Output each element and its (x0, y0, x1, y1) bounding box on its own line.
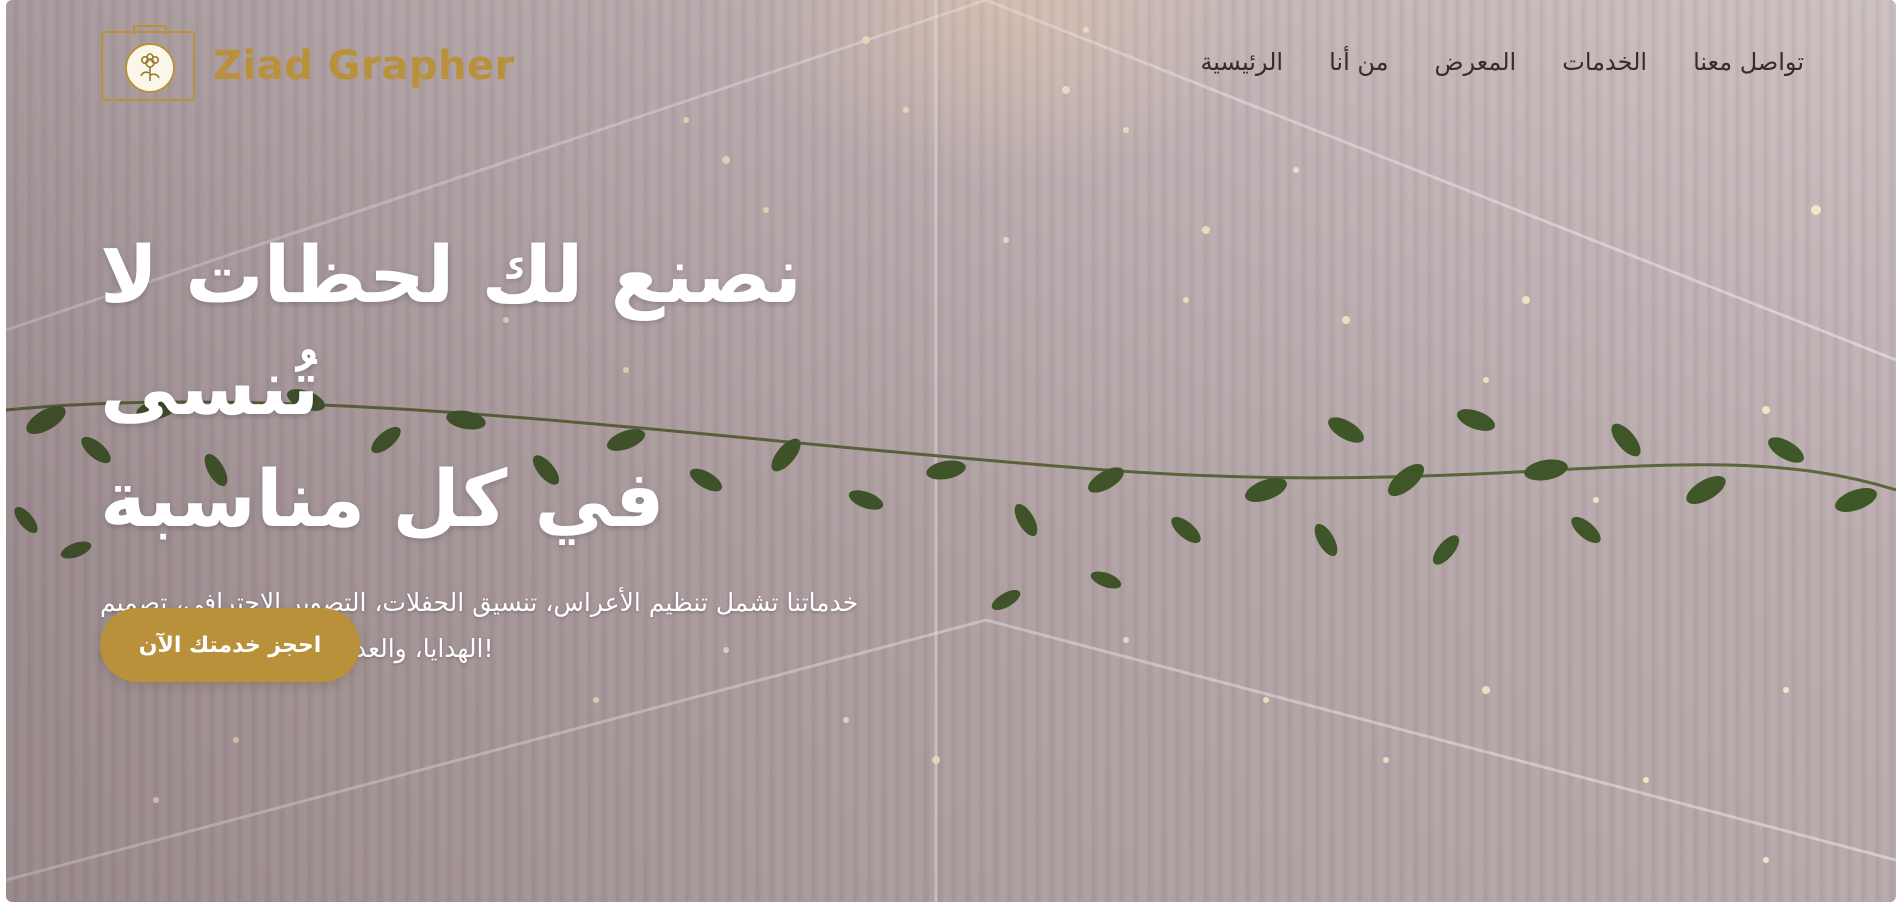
nav-item-contact[interactable]: تواصل معنا (1693, 48, 1804, 76)
hero-title: نصنع لك لحظات لا تُنسى في كل مناسبة (100, 220, 980, 556)
nav-item-home[interactable]: الرئيسية (1200, 48, 1283, 76)
nav-item-gallery[interactable]: المعرض (1435, 48, 1517, 76)
page: Ziad Grapher تواصل معنا الخدمات المعرض م… (6, 0, 1896, 902)
site-header: Ziad Grapher تواصل معنا الخدمات المعرض م… (6, 0, 1896, 140)
book-service-button[interactable]: احجز خدمتك الآن (100, 608, 360, 682)
hero-title-line-2: في كل مناسبة (100, 455, 665, 545)
main-nav: تواصل معنا الخدمات المعرض من أنا الرئيسي… (1200, 48, 1804, 76)
camera-flower-icon (101, 25, 195, 101)
nav-item-services[interactable]: الخدمات (1562, 48, 1647, 76)
hero-title-line-1: نصنع لك لحظات لا تُنسى (100, 231, 802, 433)
logo-link[interactable]: Ziad Grapher (101, 25, 515, 102)
hero-section: نصنع لك لحظات لا تُنسى في كل مناسبة خدما… (100, 220, 980, 672)
logo-lens (125, 43, 175, 93)
nav-item-about[interactable]: من أنا (1329, 48, 1388, 76)
brand-name: Ziad Grapher (213, 43, 515, 89)
flower-icon (140, 53, 160, 81)
